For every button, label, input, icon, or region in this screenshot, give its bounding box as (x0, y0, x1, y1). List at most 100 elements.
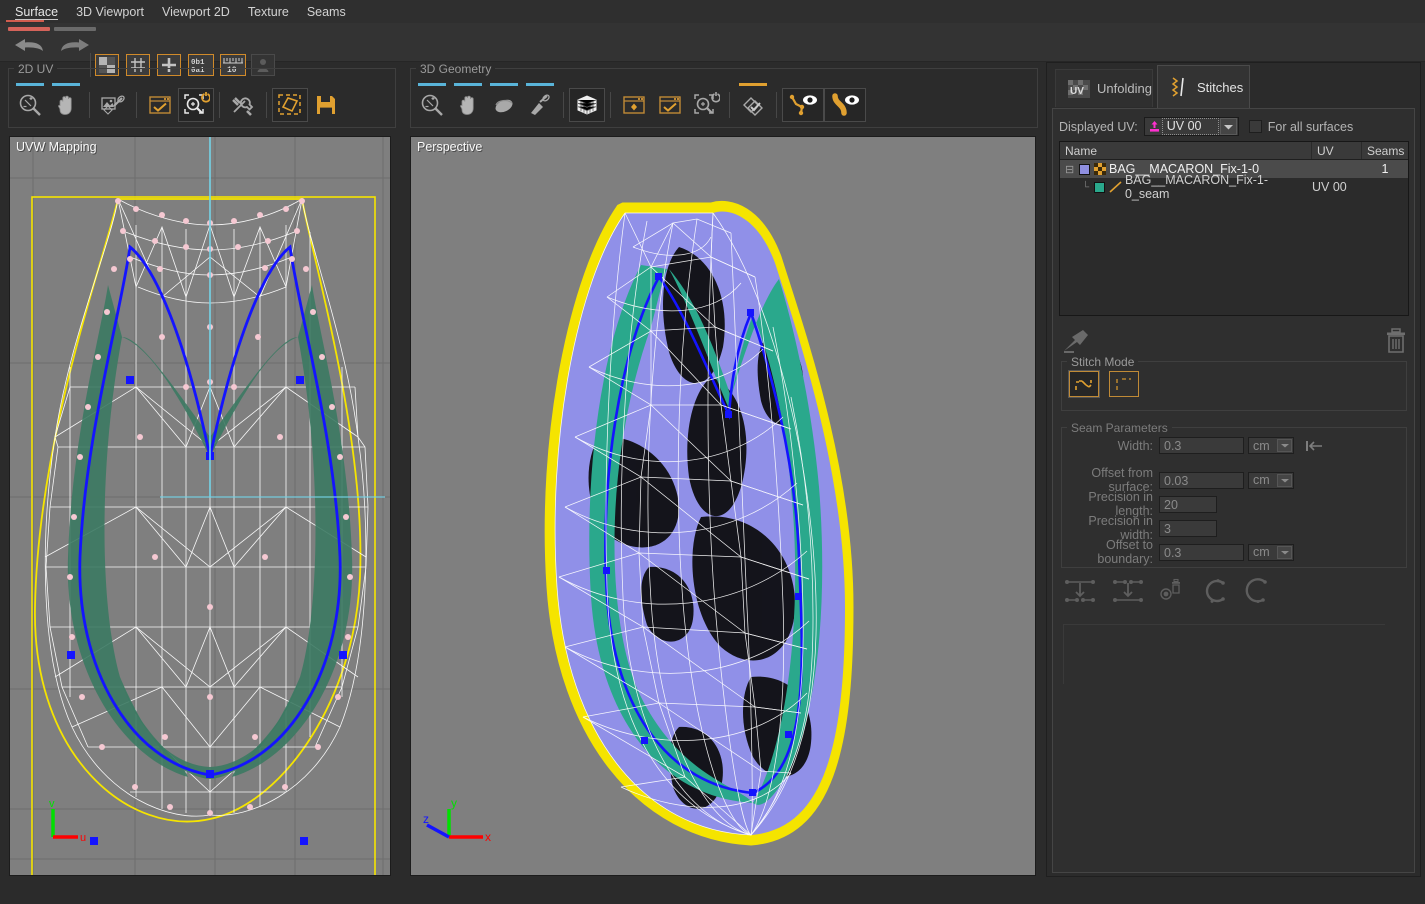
tree-column-name: Name (1060, 142, 1312, 159)
unfold-check-icon (739, 92, 767, 118)
undo-button[interactable] (8, 33, 50, 57)
surface-tree[interactable]: Name UV Seams ⊟ (1059, 141, 1409, 316)
arc-right-button[interactable] (1201, 577, 1231, 605)
application-window: Surface 3D Viewport Viewport 2D Texture … (0, 0, 1425, 904)
chevron-down-icon (1277, 546, 1292, 559)
for-all-surfaces-checkbox[interactable] (1249, 120, 1262, 133)
tree-column-uv: UV (1312, 142, 1362, 159)
menu-seams[interactable]: Seams (298, 3, 355, 21)
uv-transform-selection-button[interactable] (272, 88, 308, 122)
offset-from-surface-input[interactable]: 0.03 (1159, 472, 1244, 489)
menu-3d-viewport[interactable]: 3D Viewport (67, 3, 153, 21)
width-input[interactable]: 0.3 (1159, 437, 1244, 454)
delete-stitch-button[interactable] (1385, 328, 1407, 354)
geo-fly-tool-button[interactable] (522, 88, 558, 122)
perspective-viewport[interactable]: y x z Perspective (410, 136, 1036, 876)
arc-left-icon (1245, 577, 1275, 605)
arc-left-button[interactable] (1245, 577, 1275, 605)
chevron-down-icon (1277, 474, 1292, 487)
geo-zoom-active-underline (418, 83, 446, 86)
tab-stitches-label: Stitches (1197, 80, 1243, 95)
menu-3d-viewport-label: 3D Viewport (76, 5, 144, 19)
displayed-uv-value: UV 00 (1162, 118, 1219, 135)
zoom-tool-icon-3d (419, 92, 445, 118)
uv-axis-v-label: v (49, 798, 55, 810)
geo-display-window-button[interactable] (652, 88, 688, 122)
row-uv: UV 00 (1312, 180, 1362, 194)
binary-top-text: 0b1 (191, 59, 205, 67)
curved-stitch-icon (1074, 376, 1094, 393)
uv-magenta-icon (1148, 120, 1161, 133)
delete-point-button[interactable] (1159, 577, 1187, 605)
chevron-down-icon (1277, 439, 1292, 452)
merge-down-button[interactable] (1063, 577, 1097, 605)
align-down-button[interactable] (1111, 577, 1145, 605)
geo-show-seam-points-button[interactable] (782, 88, 824, 122)
geo-shaded-wireframe-button[interactable] (569, 88, 605, 122)
width-row: Width: 0.3 cm (1053, 437, 1403, 454)
uv-separator-4 (266, 92, 267, 118)
table-row[interactable]: └ BAG__MACARON_Fix-1-0_seam UV 00 (1060, 178, 1408, 196)
geo-pan-tool-button[interactable] (450, 88, 486, 122)
uv-pan-tool-button[interactable] (48, 88, 84, 122)
uv-tools-button[interactable] (225, 88, 261, 122)
uv-zoom-tool-button[interactable] (12, 88, 48, 122)
row-color-swatch (1094, 182, 1105, 193)
display-point-icon (622, 94, 646, 116)
offset-to-boundary-unit-combo[interactable]: cm (1248, 544, 1294, 561)
tree-branch-icon: └ (1082, 182, 1094, 193)
seam-ribbon-eye-icon (829, 92, 861, 118)
offset-from-surface-unit-combo[interactable]: cm (1248, 472, 1294, 489)
create-stitch-button[interactable] (1061, 327, 1091, 355)
perspective-viewport-canvas: y x z (411, 137, 1035, 875)
uv-zoom-to-selection-button[interactable] (178, 88, 214, 122)
geo-zoom-to-selection-button[interactable] (688, 88, 724, 122)
geo-separator-4 (776, 92, 777, 118)
menu-viewport-2d[interactable]: Viewport 2D (153, 3, 239, 21)
bottom-empty-group (1063, 624, 1385, 684)
offset-from-surface-unit-value: cm (1253, 473, 1270, 487)
create-stitch-icon (1061, 327, 1091, 355)
offset-to-boundary-input[interactable]: 0.3 (1159, 544, 1244, 561)
tab-stitches[interactable]: Stitches (1157, 65, 1250, 108)
geo-toolbar (414, 86, 866, 124)
precision-in-width-input[interactable]: 3 (1159, 520, 1217, 537)
offset-to-boundary-row: Offset to boundary: 0.3 cm (1053, 538, 1294, 566)
main-toolbar: 0b1 0a1 10 (0, 23, 1425, 62)
offset-to-boundary-label: Offset to boundary: (1053, 538, 1153, 566)
zoom-to-selection-icon-3d (692, 92, 720, 118)
menu-texture[interactable]: Texture (239, 3, 298, 21)
geo-unfold-check-button[interactable] (735, 88, 771, 122)
stitches-pane: Displayed UV: UV 00 For all surfaces (1052, 108, 1415, 873)
curved-stitch-mode-button[interactable] (1069, 371, 1099, 397)
tree-column-seams: Seams (1362, 142, 1408, 159)
uv-separator-2 (136, 92, 137, 118)
geo-orbit-tool-button[interactable] (486, 88, 522, 122)
menu-texture-label: Texture (248, 5, 289, 19)
menu-surface-label: Surface (15, 5, 58, 20)
uv-viewport[interactable]: v u UVW Mapping (9, 136, 391, 876)
row-seams: 1 (1362, 162, 1408, 176)
menu-seams-label: Seams (307, 5, 346, 19)
offset-to-boundary-unit-value: cm (1253, 545, 1270, 559)
displayed-uv-combo[interactable]: UV 00 (1144, 117, 1239, 136)
reset-parameters-button[interactable] (1306, 439, 1324, 453)
uv-show-window-button[interactable] (142, 88, 178, 122)
seam-edit-tools-row (1063, 577, 1275, 605)
width-unit-combo[interactable]: cm (1248, 437, 1294, 454)
seam-line-icon (1109, 181, 1122, 193)
geo-show-seam-ribbon-button[interactable] (824, 88, 866, 122)
uv-axis-u-label: u (80, 832, 86, 844)
chevron-down-icon[interactable] (1220, 118, 1237, 135)
tab-unfolding[interactable]: UV Unfolding (1055, 69, 1153, 107)
uv-texture-map-button[interactable] (95, 88, 131, 122)
menu-bar: Surface 3D Viewport Viewport 2D Texture … (0, 0, 1425, 23)
dashed-stitch-mode-button[interactable] (1109, 371, 1139, 397)
menu-surface[interactable]: Surface (6, 3, 67, 21)
wrench-tools-icon (230, 93, 256, 117)
uv-save-button[interactable] (308, 88, 344, 122)
precision-in-length-input[interactable]: 20 (1159, 496, 1217, 513)
geo-zoom-tool-button[interactable] (414, 88, 450, 122)
pan-hand-icon (54, 93, 78, 117)
geo-display-point-button[interactable] (616, 88, 652, 122)
